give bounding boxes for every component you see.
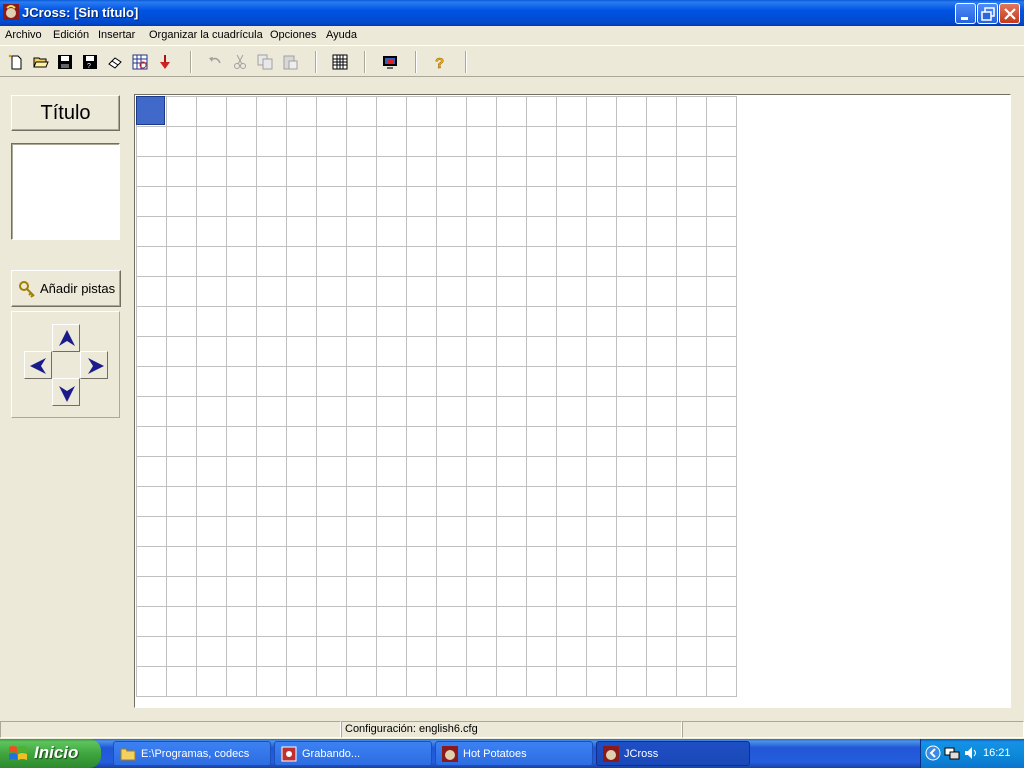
restore-button[interactable] [977,3,998,24]
minimize-icon [961,17,968,20]
menu-edicion[interactable]: Edición [53,28,89,44]
title-button[interactable]: Título [11,95,120,131]
clock: 16:21 [983,747,1011,759]
screen-icon [383,56,397,69]
taskbar-item-label: JCross [624,748,659,760]
taskbar-item-jcross[interactable]: JCross [596,741,750,766]
screen-button[interactable] [379,51,401,73]
close-icon [1004,8,1016,20]
jcross-icon [603,746,619,762]
arrow-left-icon [30,358,46,374]
new-file-button[interactable] [5,51,27,73]
move-left-button[interactable] [24,351,52,379]
start-label: Inicio [34,743,79,762]
toolbar: ? ? [0,45,1024,77]
tray-expand-icon[interactable] [925,745,941,761]
key-icon [19,281,35,298]
svg-text:?: ? [87,63,91,70]
crossword-grid[interactable] [136,96,737,697]
folder-icon [120,748,136,761]
toolbar-separator [364,51,366,73]
close-button[interactable] [999,3,1020,24]
export-button[interactable] [154,51,176,73]
volume-icon[interactable] [963,745,979,761]
system-tray: 16:21 [920,739,1024,768]
taskbar: Inicio E:\Programas, codecs Grabando... … [0,739,1024,768]
status-config: Configuración: english6.cfg [341,721,682,738]
menu-insertar[interactable]: Insertar [98,28,135,44]
taskbar-item-hot-potatoes[interactable]: Hot Potatoes [435,741,593,766]
move-up-button[interactable] [52,324,80,352]
title-bar[interactable]: JCross: [Sin título] [0,0,1024,26]
svg-text:?: ? [435,55,444,70]
toolbar-separator [465,51,467,73]
toolbar-separator [190,51,192,73]
windows-flag-icon [9,746,27,760]
hot-potatoes-icon [442,746,458,762]
save-button[interactable] [54,51,76,73]
new-file-icon [8,54,22,70]
grid-icon [332,54,348,70]
status-pane-left [0,721,341,738]
cut-button[interactable] [229,51,251,73]
cut-icon [234,54,246,69]
jcross-app-icon [3,4,19,20]
undo-icon [209,57,221,64]
crossword-grid-area[interactable] [134,94,1011,708]
arrow-down-icon [59,386,75,402]
open-folder-icon [33,57,49,68]
window-title: JCross: [Sin título] [22,5,139,20]
clear-button[interactable] [104,51,126,73]
undo-button[interactable] [204,51,226,73]
help-icon: ? [435,55,445,70]
move-right-button[interactable] [80,351,108,379]
add-clues-label: Añadir pistas [40,281,116,296]
paste-button[interactable] [279,51,301,73]
status-pane-right [682,721,1024,738]
save-as-button[interactable]: ? [79,51,101,73]
copy-button[interactable] [254,51,276,73]
paste-icon [283,55,298,70]
menu-archivo[interactable]: Archivo [5,28,42,44]
save-icon [58,55,72,69]
save-as-icon: ? [83,55,97,70]
start-button[interactable]: Inicio [0,739,101,768]
taskbar-item-recording[interactable]: Grabando... [274,741,432,766]
toolbar-separator [415,51,417,73]
open-button[interactable] [30,51,52,73]
recorder-icon [281,746,297,762]
help-button[interactable]: ? [428,51,450,73]
web-page-button[interactable] [129,51,151,73]
menu-opciones[interactable]: Opciones [270,28,316,44]
export-arrow-icon [160,55,170,69]
arrow-up-icon [59,330,75,346]
taskbar-item-label: E:\Programas, codecs [141,748,250,760]
eraser-icon [108,57,122,69]
toolbar-separator [315,51,317,73]
web-page-icon [132,54,148,70]
menu-ayuda[interactable]: Ayuda [326,28,357,44]
menu-organizar-cuadricula[interactable]: Organizar la cuadrícula [149,28,263,44]
status-bar: Configuración: english6.cfg [0,720,1024,739]
selected-grid-cell[interactable] [136,96,165,125]
move-down-button[interactable] [52,378,80,406]
taskbar-item-explorer[interactable]: E:\Programas, codecs [113,741,271,766]
arrow-pad [11,311,120,418]
minimize-button[interactable] [955,3,976,24]
add-clues-button[interactable]: Añadir pistas [11,270,121,307]
network-icon[interactable] [944,745,960,761]
restore-icon [981,7,995,21]
taskbar-item-label: Hot Potatoes [463,748,527,760]
taskbar-item-label: Grabando... [302,748,361,760]
title-field[interactable] [11,143,120,240]
copy-icon [257,54,273,70]
grid-button[interactable] [329,51,351,73]
arrow-right-icon [88,358,104,374]
menu-bar: Archivo Edición Insertar Organizar la cu… [0,26,1024,45]
